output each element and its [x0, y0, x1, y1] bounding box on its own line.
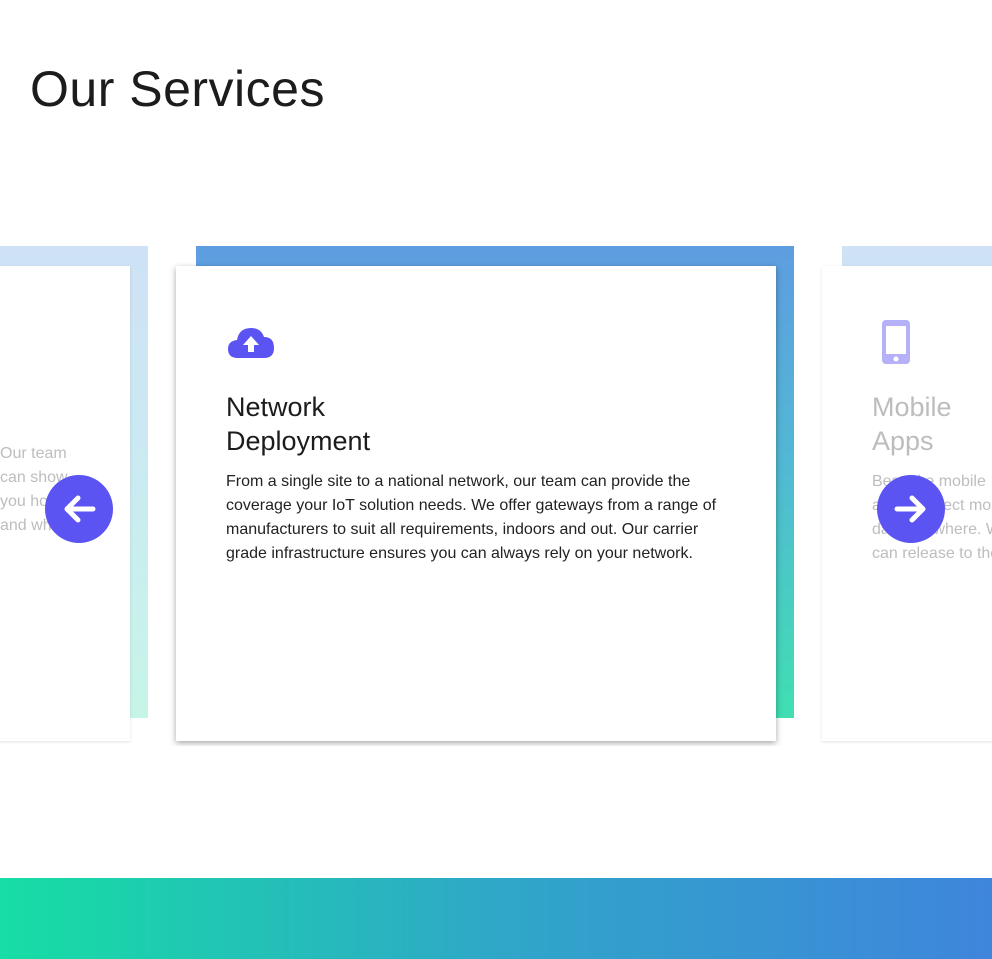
card-description: From a single site to a national network…: [226, 473, 717, 562]
carousel-next-button[interactable]: [877, 475, 945, 543]
arrow-left-icon: [64, 495, 96, 523]
page-title: Our Services: [30, 61, 325, 117]
cloud-upload-icon: [228, 328, 274, 358]
footer-gradient-band: [0, 878, 992, 959]
mobile-phone-icon: [882, 320, 910, 364]
card-panel: Network Deployment From a single site to…: [176, 266, 776, 741]
card-title: Network Deployment: [226, 392, 371, 456]
carousel-prev-button[interactable]: [45, 475, 113, 543]
arrow-right-icon: [894, 495, 926, 523]
card-title: Mobile Apps: [872, 392, 952, 456]
services-carousel: Our team can show you how and wh Network…: [0, 246, 992, 746]
